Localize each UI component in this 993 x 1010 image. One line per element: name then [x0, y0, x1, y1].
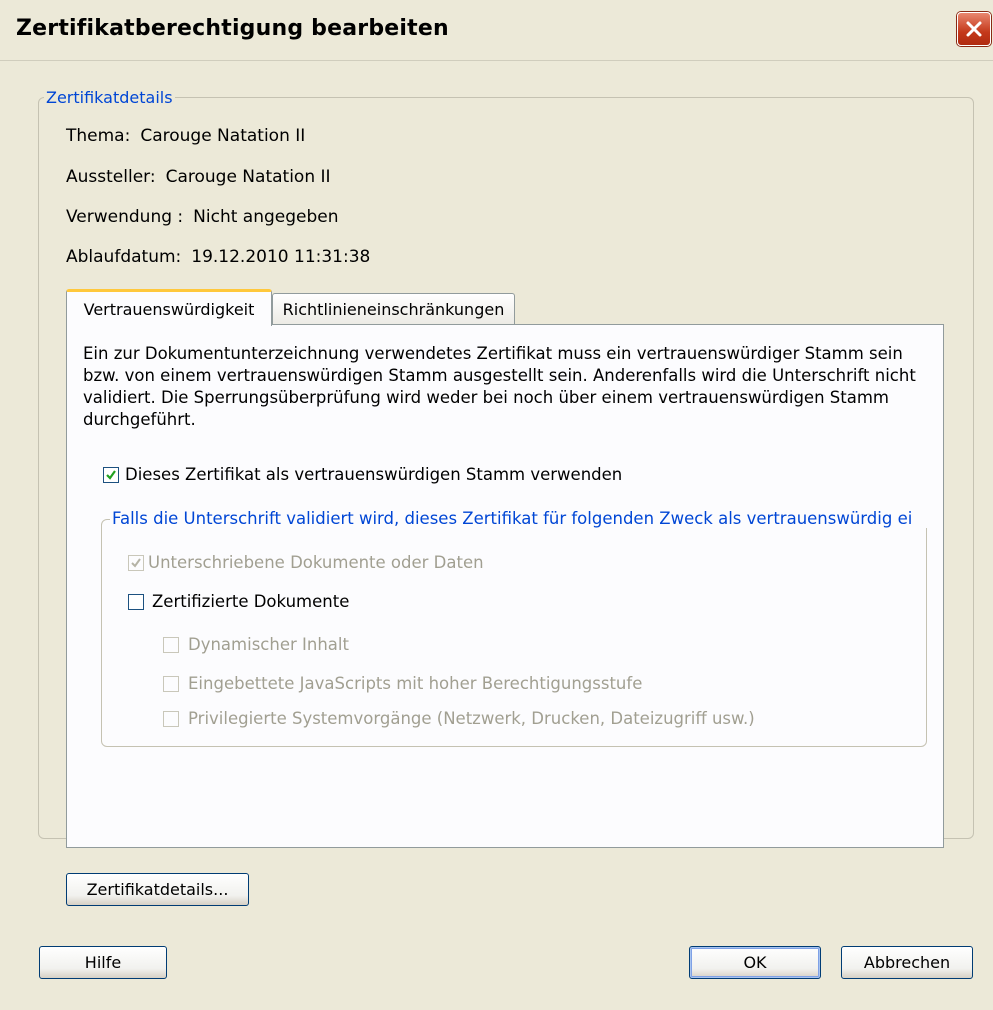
- subject-value: Carouge Natation II: [140, 126, 306, 146]
- usage-value: Nicht angegeben: [193, 207, 339, 227]
- trust-description: Ein zur Dokumentunterzeichnung verwendet…: [83, 344, 916, 429]
- privileged-operations-checkbox[interactable]: [163, 711, 179, 727]
- subject-row: Thema: Carouge Natation II: [66, 126, 305, 146]
- tab-trustworthiness[interactable]: Vertrauenswürdigkeit: [66, 289, 272, 326]
- dynamic-content-label: Dynamischer Inhalt: [188, 635, 349, 654]
- ok-button[interactable]: OK: [689, 946, 821, 979]
- trusted-root-checkbox[interactable]: [103, 467, 119, 483]
- help-button[interactable]: Hilfe: [39, 946, 167, 979]
- issuer-row: Aussteller: Carouge Natation II: [66, 167, 331, 187]
- signed-documents-label: Unterschriebene Dokumente oder Daten: [148, 553, 484, 572]
- expiry-label: Ablaufdatum:: [66, 247, 182, 267]
- issuer-label: Aussteller:: [66, 167, 156, 187]
- privileged-operations-label: Privilegierte Systemvorgänge (Netzwerk, …: [188, 709, 755, 728]
- signed-documents-checkbox[interactable]: [128, 555, 144, 571]
- trusted-root-label[interactable]: Dieses Zertifikat als vertrauenswürdigen…: [125, 465, 622, 484]
- trust-purpose-legend: Falls die Unterschrift validiert wird, d…: [110, 509, 934, 528]
- dynamic-content-checkbox[interactable]: [163, 637, 179, 653]
- expiry-value: 19.12.2010 11:31:38: [191, 247, 371, 267]
- certified-documents-checkbox[interactable]: [128, 594, 144, 610]
- checkmark-icon: [106, 470, 116, 480]
- subject-label: Thema:: [66, 126, 131, 146]
- window-title: Zertifikatberechtigung bearbeiten: [16, 16, 449, 41]
- usage-label: Verwendung :: [66, 207, 184, 227]
- embedded-javascript-label: Eingebettete JavaScripts mit hoher Berec…: [188, 674, 643, 693]
- expiry-row: Ablaufdatum: 19.12.2010 11:31:38: [66, 247, 370, 267]
- tab-policy-restrictions[interactable]: Richtlinieneinschränkungen: [272, 293, 515, 324]
- cancel-button[interactable]: Abbrechen: [841, 946, 973, 979]
- usage-row: Verwendung : Nicht angegeben: [66, 207, 339, 227]
- certificate-details-legend: Zertifikatdetails: [44, 88, 175, 107]
- checkmark-icon: [131, 558, 141, 568]
- close-x-icon: [966, 21, 982, 37]
- embedded-javascript-checkbox[interactable]: [163, 676, 179, 692]
- issuer-value: Carouge Natation II: [165, 167, 331, 187]
- certificate-details-button[interactable]: Zertifikatdetails...: [66, 873, 249, 906]
- close-button[interactable]: [957, 12, 991, 46]
- certified-documents-label[interactable]: Zertifizierte Dokumente: [152, 592, 349, 611]
- title-bar[interactable]: Zertifikatberechtigung bearbeiten: [0, 0, 993, 61]
- edit-certificate-trust-dialog: Zertifikatberechtigung bearbeiten Zertif…: [0, 0, 993, 1010]
